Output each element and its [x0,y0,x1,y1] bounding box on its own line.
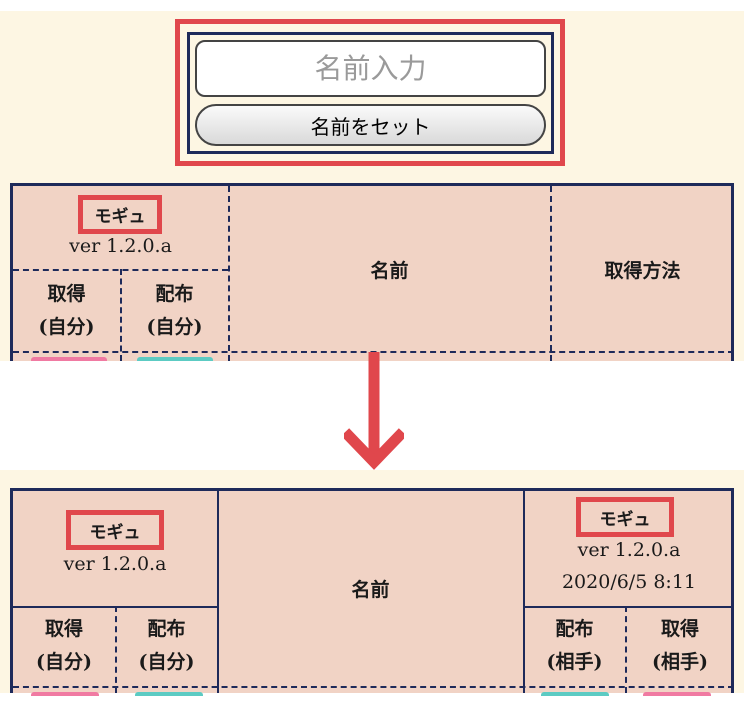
col-name: 名前 [370,260,409,282]
col-partner-dist-line2: (相手) [546,651,603,673]
col-method: 取得方法 [604,260,681,282]
game-badge: モギュ [78,195,162,234]
col-partner-dist-line1: 配布 [555,618,594,640]
col-name: 名前 [351,579,390,601]
arrow-down-icon [344,352,404,470]
col-partner-get-line2: (相手) [652,651,708,673]
row-tag [31,357,107,361]
col-dist-line1: 配布 [147,618,186,640]
col-dist-line2: (自分) [138,651,195,673]
col-dist-line1: 配布 [155,283,194,305]
col-get-line2: (自分) [38,316,95,338]
col-dist-line2: (自分) [146,316,203,338]
col-partner-get-line1: 取得 [660,618,699,640]
col-get-line1: 取得 [47,283,86,305]
game-badge: モギュ [66,510,164,550]
col-get-self: 取得 (自分) [13,278,120,344]
version-label: ver 1.2.0.a [63,553,167,575]
col-get-self: 取得 (自分) [13,613,115,679]
set-name-button[interactable]: 名前をセット [195,104,546,146]
col-get-line2: (自分) [36,651,92,673]
col-get-line1: 取得 [44,618,83,640]
partner-game-badge: モギュ [576,497,674,537]
row-tag [31,692,99,696]
col-dist-self: 配布 (自分) [121,278,228,344]
col-dist-self: 配布 (自分) [116,613,217,679]
col-dist-partner: 配布 (相手) [524,613,625,679]
row-tag [137,357,213,361]
row-tag [643,692,711,696]
col-get-partner: 取得 (相手) [626,613,734,679]
divider [13,686,734,688]
version-label: ver 1.2.0.a [69,235,172,257]
divider [13,606,217,608]
divider [13,269,228,271]
before-table: モギュ ver 1.2.0.a 取得 (自分) 配布 (自分) 名前 取得方法 [10,183,734,361]
divider [523,606,734,608]
partner-datetime: 2020/6/5 8:11 [561,571,697,593]
row-tag [135,692,203,696]
row-tag [541,692,609,696]
name-input[interactable] [195,40,546,97]
after-table: モギュ ver 1.2.0.a 取得 (自分) 配布 (自分) 名前 モギュ v… [10,488,734,696]
partner-version-label: ver 1.2.0.a [577,539,681,561]
